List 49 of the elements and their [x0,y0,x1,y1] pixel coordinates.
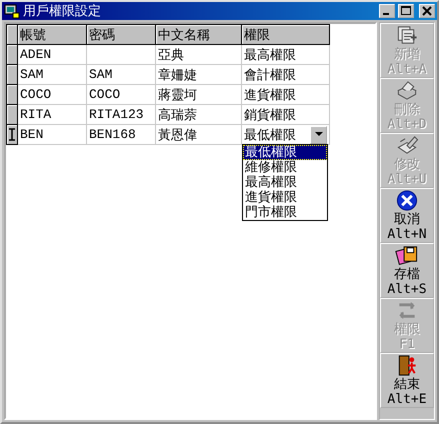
dropdown-option[interactable]: 門市權限 [243,205,327,220]
edit-cursor-icon [9,128,15,141]
cancel-button[interactable]: 取消 Alt+N [380,188,434,243]
table-cell: SAM [86,64,156,84]
minimize-button[interactable] [379,4,395,18]
table-cell: COCO [86,84,156,104]
cancel-icon [395,189,419,212]
table-cell: RITA123 [86,104,156,124]
table-cell: SAM [18,64,86,84]
minimize-icon [383,13,389,15]
delete-icon [395,79,419,102]
close-button[interactable] [419,4,435,18]
dropdown-option[interactable]: 進貨權限 [243,190,327,205]
row-header[interactable] [6,104,18,124]
save-icon [395,244,419,267]
computer-icon [4,3,20,19]
table-cell: 最高權限 [242,44,330,64]
row-header[interactable] [6,84,18,104]
table-cell: BEN168 [86,124,156,144]
row-header[interactable] [6,44,18,64]
table-cell: 蔣靈坷 [156,84,242,104]
table-cell: RITA [18,104,86,124]
dropdown-option[interactable]: 最低權限 [243,145,327,160]
column-header[interactable]: 帳號 [18,24,86,44]
dropdown-option[interactable]: 最高權限 [243,175,327,190]
row-header[interactable] [6,124,18,144]
table-cell: 高瑞萘 [156,104,242,124]
column-header[interactable]: 權限 [242,24,330,44]
table-cell: 黃恩偉 [156,124,242,144]
table-cell: 進貨權限 [242,84,330,104]
close-icon [422,6,432,16]
table-cell: 亞典 [156,44,242,64]
save-button[interactable]: 存檔 Alt+S [380,243,434,298]
corner-header [6,24,18,44]
table-cell: 銷貨權限 [242,104,330,124]
row-header[interactable] [6,64,18,84]
table-cell: ADEN [18,44,86,64]
table-cell [86,44,156,64]
column-header[interactable]: 中文名稱 [156,24,242,44]
table-cell: COCO [18,84,86,104]
dropdown-option[interactable]: 維修權限 [243,160,327,175]
maximize-button[interactable] [398,4,414,18]
window-title: 用戶權限設定 [23,3,102,20]
table-cell: 會計權限 [242,64,330,84]
column-header[interactable]: 密碼 [86,24,156,44]
table-cell: 章姍婕 [156,64,242,84]
table-cell: BEN [18,124,86,144]
exit-button[interactable]: 結束 Alt+E [380,353,434,408]
maximize-icon [401,6,411,16]
